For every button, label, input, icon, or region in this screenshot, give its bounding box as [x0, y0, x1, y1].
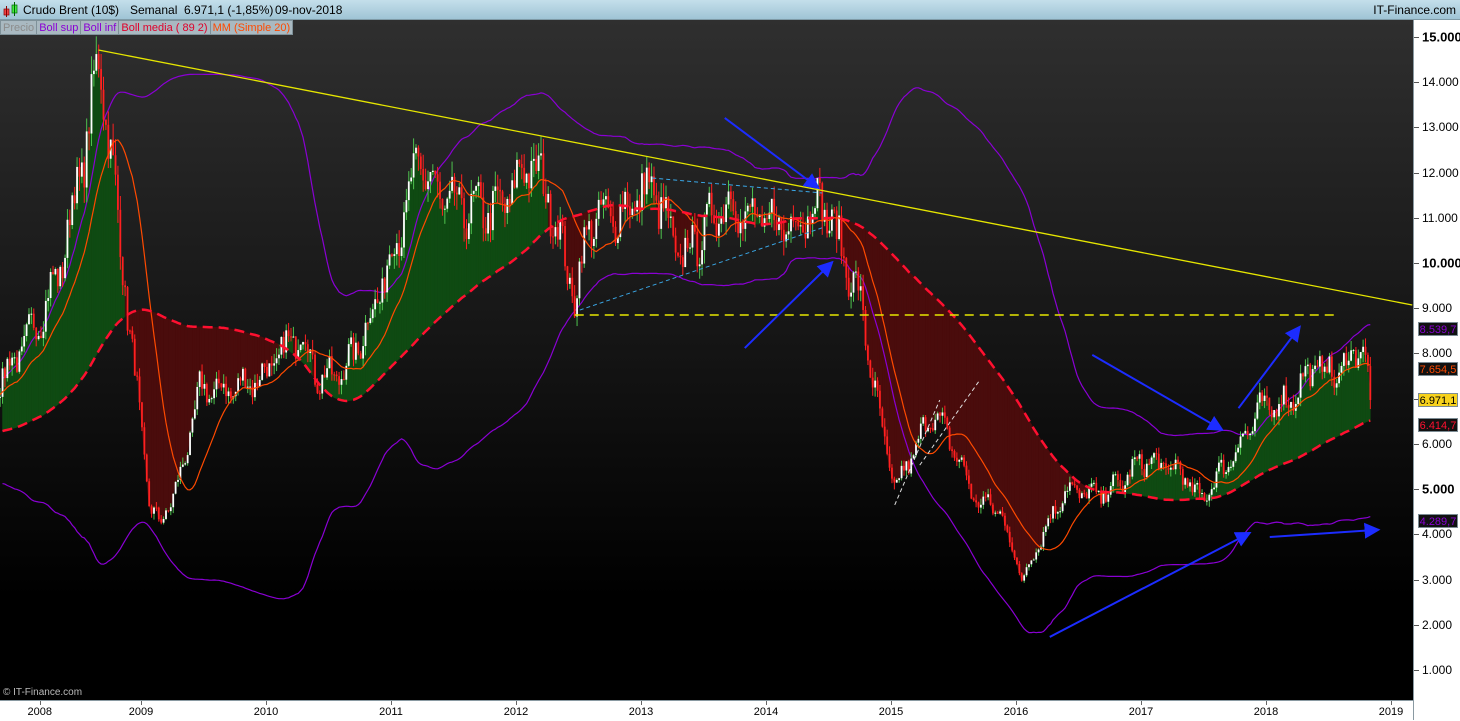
y-tick — [1414, 172, 1419, 174]
y-tick — [1414, 82, 1419, 84]
y-tick — [1414, 308, 1419, 310]
x-tick-label: 2016 — [1003, 706, 1029, 718]
x-tick-label: 2008 — [27, 706, 52, 718]
x-tick-label: 2012 — [503, 706, 529, 718]
y-tick — [1414, 624, 1419, 626]
y-tick — [1414, 443, 1419, 445]
candlestick-logo-icon — [3, 2, 18, 17]
x-tick-label: 2011 — [379, 706, 403, 718]
last-value-box: 8.539,7 — [1418, 322, 1458, 337]
x-tick-label: 2018 — [1253, 706, 1279, 718]
x-tick-label: 2019 — [1378, 706, 1404, 718]
x-tick-label: 2013 — [628, 706, 654, 718]
x-tick-label: 2010 — [253, 706, 279, 718]
instrument-name: Crudo Brent (10$) — [23, 3, 120, 17]
y-tick-label: 13.000 — [1422, 120, 1459, 135]
period-label: Semanal — [130, 3, 178, 17]
last-value-box: 6.414,7 — [1418, 418, 1458, 433]
indicator-legend: Precio Boll sup Boll inf Boll media ( 89 2)… — [0, 20, 294, 35]
y-tick — [1414, 489, 1419, 491]
x-tick — [891, 701, 892, 705]
x-tick-label: 2017 — [1128, 706, 1154, 718]
y-tick-label: 10.000 — [1422, 255, 1460, 271]
y-tick — [1414, 669, 1419, 671]
y-tick — [1414, 127, 1419, 129]
chart-plot-area[interactable] — [0, 20, 1413, 700]
legend-item[interactable]: Boll inf — [81, 20, 120, 35]
x-tick — [391, 701, 392, 705]
y-tick-label: 5.000 — [1422, 481, 1455, 497]
x-tick — [141, 701, 142, 705]
x-tick — [641, 701, 642, 705]
y-tick-label: 8.000 — [1422, 346, 1453, 361]
last-value-box: 6.971,1 — [1418, 392, 1458, 407]
y-tick-label: 11.000 — [1422, 210, 1458, 225]
last-value-box: 7.654,5 — [1418, 362, 1458, 377]
y-tick-label: 6.000 — [1422, 436, 1453, 451]
legend-item[interactable]: Boll sup — [37, 20, 82, 35]
legend-item[interactable]: Boll media ( 89 2) — [119, 20, 211, 35]
y-tick — [1414, 37, 1419, 38]
y-tick-label: 14.000 — [1422, 75, 1459, 90]
time-axis: 2008 2009 2010 2011 2012 2013 2014 2015 2016 2017… — [0, 700, 1413, 721]
y-tick — [1414, 534, 1419, 536]
y-tick — [1414, 217, 1419, 219]
x-tick — [766, 701, 767, 705]
last-quote: 6.971,1 (-1,85%) — [184, 3, 274, 17]
y-tick-label: 2.000 — [1422, 617, 1453, 632]
y-tick — [1414, 353, 1419, 355]
y-tick-label: 9.000 — [1422, 301, 1453, 316]
last-value-box: 4.289,7 — [1418, 514, 1458, 529]
y-tick-label: 15.000 — [1422, 29, 1460, 45]
copyright-label: © IT-Finance.com — [3, 687, 83, 698]
legend-item[interactable]: MM (Simple 20) — [210, 20, 294, 35]
x-tick-label: 2009 — [128, 706, 154, 718]
title-bar: Crudo Brent (10$) Semanal 6.971,1 (-1,85… — [0, 0, 1460, 20]
x-tick-label: 2015 — [878, 706, 904, 718]
y-tick — [1414, 263, 1419, 265]
x-tick — [1391, 701, 1392, 705]
y-tick — [1414, 579, 1419, 581]
x-tick-label: 2014 — [753, 706, 779, 718]
quote-date: 09-nov-2018 — [275, 3, 343, 17]
legend-item[interactable]: Precio — [0, 20, 38, 35]
x-tick — [266, 701, 267, 705]
y-tick-label: 12.000 — [1422, 165, 1459, 180]
y-tick-label: 4.000 — [1422, 527, 1453, 542]
x-tick — [516, 701, 517, 705]
brand-label: IT-Finance.com — [1373, 3, 1456, 17]
y-tick-label: 3.000 — [1422, 572, 1453, 587]
x-tick — [1141, 701, 1142, 705]
x-tick — [39, 701, 41, 705]
x-tick — [1016, 701, 1017, 705]
y-tick-label: 1.000 — [1422, 662, 1453, 677]
x-tick — [1266, 701, 1267, 705]
